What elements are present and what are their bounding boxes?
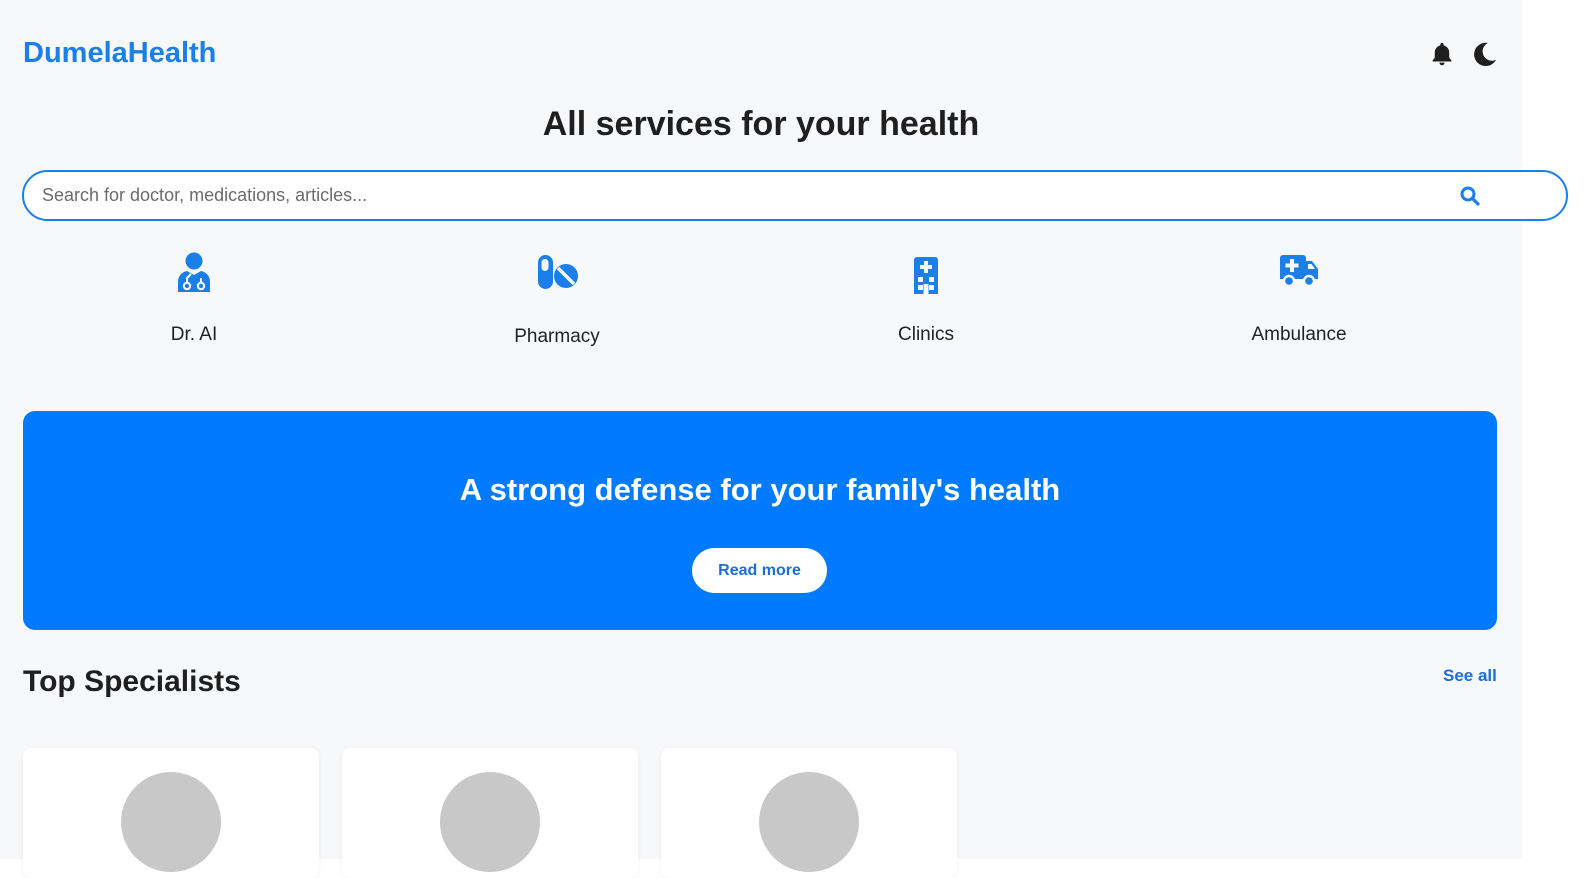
service-label: Clinics <box>898 324 954 345</box>
ambulance-icon <box>1280 255 1318 288</box>
avatar <box>440 772 540 872</box>
search-input[interactable] <box>42 172 1442 219</box>
promo-banner: A strong defense for your family's healt… <box>23 411 1497 630</box>
avatar <box>121 772 221 872</box>
pills-icon <box>538 255 578 289</box>
doctor-icon <box>178 252 210 292</box>
avatar <box>759 772 859 872</box>
section-title-top-specialists: Top Specialists <box>23 665 241 698</box>
page-headline: All services for your health <box>542 105 980 143</box>
service-label: Dr. AI <box>170 324 218 345</box>
page: DumelaHealth All services for your healt… <box>0 0 1568 878</box>
service-dr-ai[interactable]: Dr. AI <box>84 250 304 346</box>
bell-icon[interactable] <box>1428 40 1456 68</box>
service-clinics[interactable]: Clinics <box>816 250 1036 346</box>
app-logo[interactable]: DumelaHealth <box>23 37 216 70</box>
banner-title: A strong defense for your family's healt… <box>459 472 1061 507</box>
search-icon[interactable] <box>1458 184 1482 208</box>
hospital-icon <box>914 257 938 294</box>
moon-icon[interactable] <box>1471 40 1499 68</box>
search-bar <box>22 170 1568 221</box>
service-pharmacy[interactable]: Pharmacy <box>447 250 667 348</box>
service-label: Ambulance <box>1251 324 1347 345</box>
read-more-button[interactable]: Read more <box>692 548 827 593</box>
see-all-link[interactable]: See all <box>1443 666 1497 686</box>
service-ambulance[interactable]: Ambulance <box>1189 250 1409 346</box>
service-label: Pharmacy <box>514 326 600 347</box>
